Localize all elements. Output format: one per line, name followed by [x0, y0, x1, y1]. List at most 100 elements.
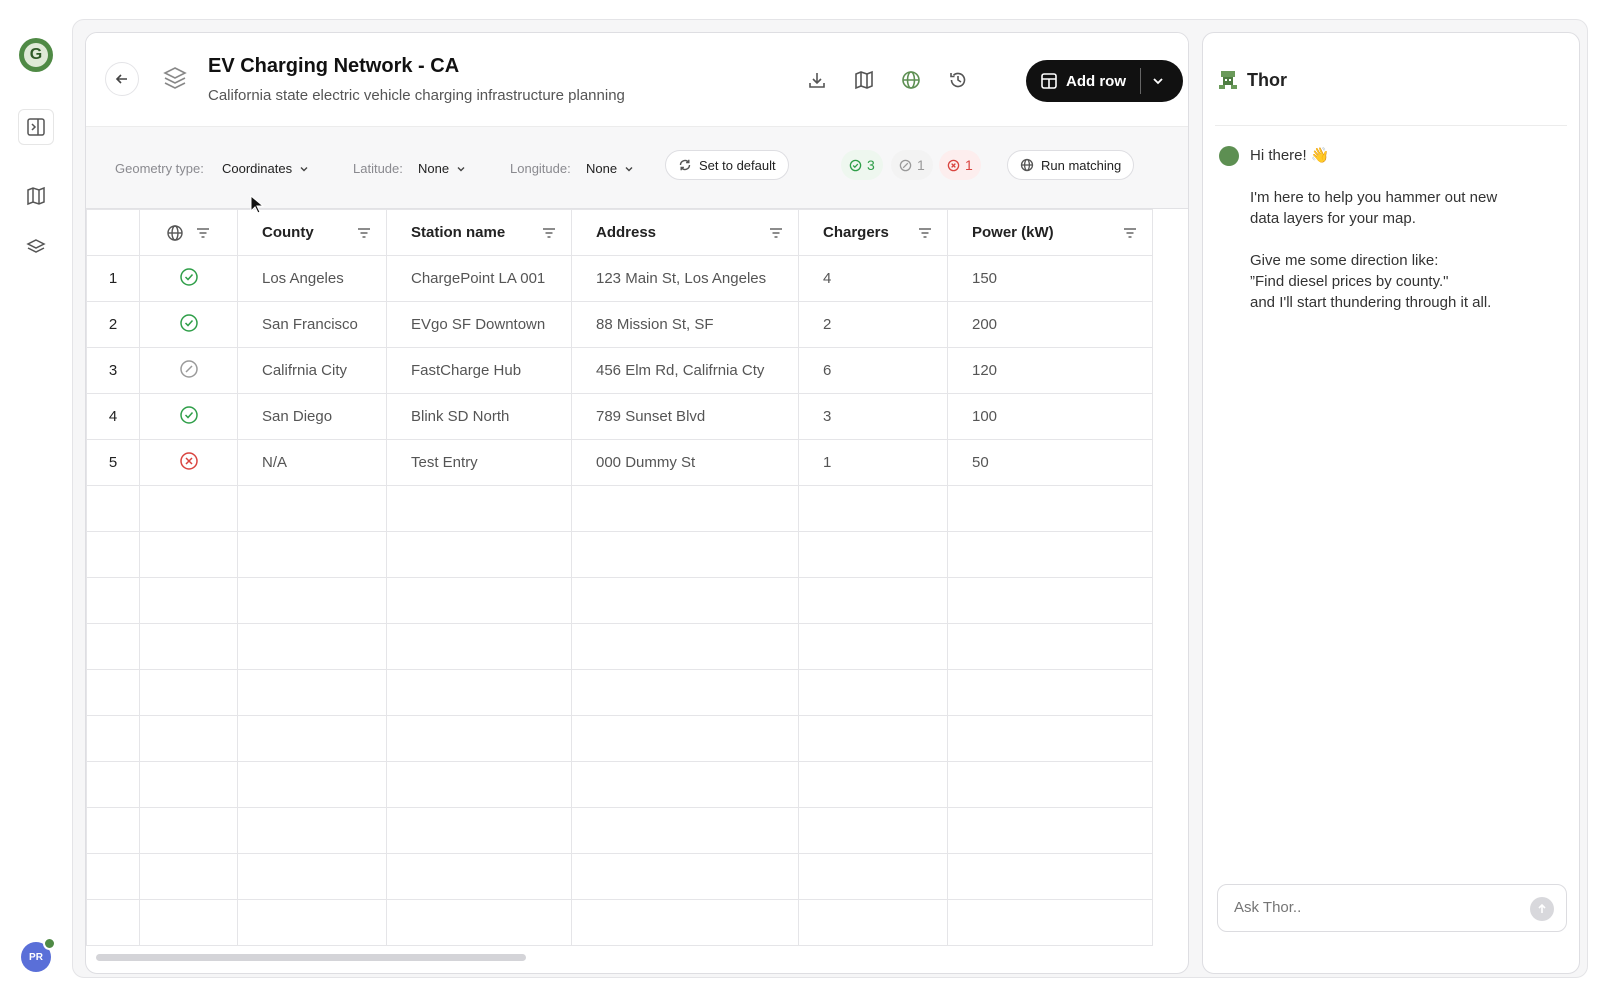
- empty-cell[interactable]: [947, 669, 1153, 716]
- empty-cell[interactable]: [139, 577, 238, 624]
- unmatched-count-badge[interactable]: 1: [891, 150, 933, 180]
- cell-chargers[interactable]: 1: [798, 439, 948, 486]
- empty-cell[interactable]: [139, 485, 238, 532]
- cell-chargers[interactable]: 3: [798, 393, 948, 440]
- table-row[interactable]: 3 Califrnia City FastCharge Hub 456 Elm Rd,…: [86, 347, 1153, 394]
- empty-cell[interactable]: [237, 669, 387, 716]
- cell-station[interactable]: ChargePoint LA 001: [386, 255, 572, 302]
- cell-county[interactable]: Los Angeles: [237, 255, 387, 302]
- empty-cell[interactable]: [237, 761, 387, 808]
- cell-chargers[interactable]: 4: [798, 255, 948, 302]
- empty-row[interactable]: [86, 715, 1153, 762]
- empty-row[interactable]: [86, 531, 1153, 578]
- empty-cell[interactable]: [386, 669, 572, 716]
- empty-cell[interactable]: [86, 623, 140, 670]
- cell-county[interactable]: San Francisco: [237, 301, 387, 348]
- empty-cell[interactable]: [86, 853, 140, 900]
- empty-cell[interactable]: [947, 715, 1153, 762]
- empty-cell[interactable]: [947, 853, 1153, 900]
- empty-cell[interactable]: [947, 761, 1153, 808]
- empty-cell[interactable]: [798, 531, 948, 578]
- empty-cell[interactable]: [947, 531, 1153, 578]
- cell-chargers[interactable]: 6: [798, 347, 948, 394]
- empty-row[interactable]: [86, 669, 1153, 716]
- column-header-power[interactable]: Power (kW): [947, 209, 1153, 256]
- empty-cell[interactable]: [86, 761, 140, 808]
- filter-icon[interactable]: [1122, 225, 1138, 241]
- chevron-down-icon[interactable]: [1151, 74, 1165, 88]
- add-row-button[interactable]: Add row: [1026, 60, 1183, 102]
- empty-cell[interactable]: [798, 899, 948, 946]
- empty-cell[interactable]: [798, 577, 948, 624]
- cell-address[interactable]: 456 Elm Rd, Califrnia Cty: [571, 347, 799, 394]
- cell-county[interactable]: N/A: [237, 439, 387, 486]
- download-button[interactable]: [803, 66, 831, 94]
- sidebar-toggle-button[interactable]: [18, 109, 54, 145]
- empty-cell[interactable]: [237, 899, 387, 946]
- empty-row[interactable]: [86, 853, 1153, 900]
- empty-cell[interactable]: [139, 899, 238, 946]
- cell-power[interactable]: 100: [947, 393, 1153, 440]
- map-view-button[interactable]: [850, 66, 878, 94]
- matched-count-badge[interactable]: 3: [841, 150, 883, 180]
- empty-cell[interactable]: [947, 485, 1153, 532]
- status-cell[interactable]: [139, 301, 238, 348]
- empty-cell[interactable]: [947, 899, 1153, 946]
- empty-cell[interactable]: [86, 807, 140, 854]
- empty-cell[interactable]: [86, 715, 140, 762]
- cell-address[interactable]: 000 Dummy St: [571, 439, 799, 486]
- empty-cell[interactable]: [139, 853, 238, 900]
- empty-cell[interactable]: [139, 531, 238, 578]
- filter-icon[interactable]: [195, 225, 211, 241]
- empty-cell[interactable]: [386, 761, 572, 808]
- empty-cell[interactable]: [386, 623, 572, 670]
- globe-button[interactable]: [897, 66, 925, 94]
- layers-nav-button[interactable]: [18, 229, 54, 265]
- cell-power[interactable]: 150: [947, 255, 1153, 302]
- table-row[interactable]: 5 N/A Test Entry 000 Dummy St 1 50: [86, 439, 1153, 486]
- empty-cell[interactable]: [798, 715, 948, 762]
- empty-cell[interactable]: [237, 623, 387, 670]
- cell-power[interactable]: 50: [947, 439, 1153, 486]
- empty-cell[interactable]: [798, 761, 948, 808]
- empty-cell[interactable]: [571, 853, 799, 900]
- empty-cell[interactable]: [798, 853, 948, 900]
- empty-cell[interactable]: [798, 807, 948, 854]
- geometry-type-select[interactable]: Coordinates: [222, 161, 310, 176]
- filter-icon[interactable]: [768, 225, 784, 241]
- empty-cell[interactable]: [139, 715, 238, 762]
- empty-cell[interactable]: [386, 899, 572, 946]
- longitude-select[interactable]: None: [586, 161, 635, 176]
- cell-power[interactable]: 120: [947, 347, 1153, 394]
- status-cell[interactable]: [139, 347, 238, 394]
- filter-icon[interactable]: [356, 225, 372, 241]
- cell-address[interactable]: 123 Main St, Los Angeles: [571, 255, 799, 302]
- cell-county[interactable]: San Diego: [237, 393, 387, 440]
- empty-cell[interactable]: [139, 807, 238, 854]
- empty-cell[interactable]: [237, 715, 387, 762]
- cell-address[interactable]: 789 Sunset Blvd: [571, 393, 799, 440]
- empty-cell[interactable]: [386, 715, 572, 762]
- empty-cell[interactable]: [237, 577, 387, 624]
- table-row[interactable]: 1 Los Angeles ChargePoint LA 001 123 Main S…: [86, 255, 1153, 302]
- map-nav-button[interactable]: [18, 178, 54, 214]
- cell-power[interactable]: 200: [947, 301, 1153, 348]
- empty-cell[interactable]: [571, 669, 799, 716]
- history-button[interactable]: [944, 66, 972, 94]
- column-header-address[interactable]: Address: [571, 209, 799, 256]
- status-cell[interactable]: [139, 393, 238, 440]
- column-header-county[interactable]: County: [237, 209, 387, 256]
- empty-cell[interactable]: [798, 669, 948, 716]
- filter-icon[interactable]: [917, 225, 933, 241]
- status-column-header[interactable]: [139, 209, 238, 256]
- cell-station[interactable]: Blink SD North: [386, 393, 572, 440]
- app-logo[interactable]: G: [19, 38, 53, 72]
- empty-cell[interactable]: [386, 577, 572, 624]
- empty-cell[interactable]: [237, 485, 387, 532]
- empty-row[interactable]: [86, 577, 1153, 624]
- filter-icon[interactable]: [541, 225, 557, 241]
- back-button[interactable]: [105, 62, 139, 96]
- empty-cell[interactable]: [86, 899, 140, 946]
- latitude-select[interactable]: None: [418, 161, 467, 176]
- column-header-chargers[interactable]: Chargers: [798, 209, 948, 256]
